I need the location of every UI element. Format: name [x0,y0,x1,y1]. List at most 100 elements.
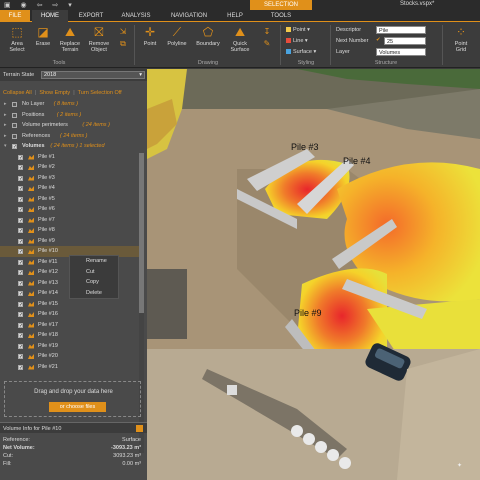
show-empty-link[interactable]: Show Empty [39,90,70,96]
menu-item-rename[interactable]: Rename [70,256,118,267]
tree-pile-row[interactable]: Pile #1 [0,152,140,163]
pile-checkbox[interactable] [18,237,23,247]
next-number-field[interactable]: 25 [384,37,426,45]
tree-layer-row[interactable]: ▸ References ( 24 items ) [0,131,140,142]
descriptor-field[interactable]: Pile [376,26,426,34]
layer-checkbox[interactable] [12,133,17,139]
layer-checkbox[interactable] [12,112,17,118]
tab-help[interactable]: HELP [220,10,250,22]
layer-checkbox[interactable] [12,142,17,153]
tree-layer-row[interactable]: ▸ Volume perimeters ( 24 items ) [0,120,140,131]
pile-checkbox[interactable] [18,268,23,279]
tab-export[interactable]: EXPORT [72,10,110,22]
small-tools-column[interactable]: ⇲ ⧉ [116,25,130,49]
layer-select[interactable]: Volumes [376,48,426,56]
area-select-button[interactable]: ⬚ Area Select [4,25,30,53]
menu-item-delete[interactable]: Delete [70,288,118,299]
tree-pile-row[interactable]: Pile #19 [0,341,140,352]
point-grid-button[interactable]: ⁘ Point Grid [448,25,474,53]
pile-checkbox[interactable] [18,153,23,163]
pile-label: Pile #5 [38,195,55,202]
volume-info-row: Net Volume: -3093.23 m³ [3,444,141,452]
tab-navigation[interactable]: NAVIGATION [164,10,214,22]
line-style-label: Line ▾ [293,38,308,44]
menu-item-copy[interactable]: Copy [70,277,118,288]
pile-checkbox[interactable] [18,352,23,363]
pile-checkbox[interactable] [18,321,23,331]
drop-zone[interactable]: Drag and drop your data here or choose f… [4,381,141,417]
layer-checkbox[interactable] [12,102,17,107]
tree-pile-row[interactable]: Pile #8 [0,225,140,237]
tree-pile-row[interactable]: Pile #5 [0,194,140,205]
pile-checkbox[interactable] [18,331,23,342]
tab-home[interactable]: HOME [32,10,68,22]
quick-access-toolbar[interactable]: ▣ ◉ ⇦ ⇨ ▾ [4,1,76,9]
pile-checkbox[interactable] [18,363,23,373]
tree-pile-row[interactable]: Pile #21 [0,362,140,373]
tree-layer-row[interactable]: ▸ Positions ( 2 items ) [0,110,140,121]
boundary-button[interactable]: ⬠ Boundary [194,25,222,47]
erase-icon: ◪ [37,25,49,39]
tab-file[interactable]: FILE [0,10,30,22]
pile-checkbox[interactable] [18,247,23,258]
chevron-right-icon[interactable]: ▸ [4,99,7,110]
aerial-terrain-view[interactable]: Pile #3 Pile #4 Pile #9 ✦ [147,69,480,480]
pile-checkbox[interactable] [18,258,23,268]
pile-checkbox[interactable] [18,289,23,300]
chevron-right-icon[interactable]: ▸ [4,110,7,121]
tree-pile-row[interactable]: Pile #7 [0,215,140,226]
tree-pile-row[interactable]: Pile #6 [0,204,140,216]
tab-tools[interactable]: TOOLS [256,10,306,22]
turn-selection-off-link[interactable]: Turn Selection Off [78,90,122,96]
collapse-all-link[interactable]: Collapse All [3,90,32,96]
surface-style-dropdown[interactable]: Surface ▾ [286,49,316,55]
line-style-dropdown[interactable]: Line ▾ [286,38,308,44]
pile-checkbox[interactable] [18,163,23,174]
tree-pile-row[interactable]: Pile #20 [0,351,140,363]
export-icon[interactable] [136,425,143,432]
drawing-extra-tools[interactable]: ↧ ✎ [260,25,274,49]
quick-surface-button[interactable]: ⛰ Quick Surface [226,25,254,53]
tab-analysis[interactable]: ANALYSIS [114,10,158,22]
point-button[interactable]: ✛ Point [138,25,162,47]
tree-layer-row[interactable]: ▸ No Layer ( 8 items ) [0,99,140,110]
layer-count: ( 24 items ) [82,122,110,128]
tree-pile-row[interactable]: Pile #3 [0,173,140,184]
tree-pile-row[interactable]: Pile #15 [0,299,140,310]
chevron-right-icon[interactable]: ▸ [4,120,7,131]
chevron-right-icon[interactable]: ▸ [4,131,7,142]
pile-checkbox[interactable] [18,174,23,184]
tree-pile-row[interactable]: Pile #2 [0,162,140,174]
choose-files-button[interactable]: or choose files [49,402,106,412]
next-number-checkbox[interactable]: ✔ [376,37,381,43]
pile-checkbox[interactable] [18,279,23,289]
point-style-dropdown[interactable]: Point ▾ [286,27,310,33]
tree-pile-row[interactable]: Pile #9 [0,236,140,247]
polyline-button[interactable]: ⟋ Polyline [164,25,190,47]
tree-pile-row[interactable]: Pile #4 [0,183,140,195]
pile-checkbox[interactable] [18,195,23,205]
map-viewport[interactable]: Pile #3 Pile #4 Pile #9 ✦ [147,69,480,480]
tree-pile-row[interactable]: Pile #16 [0,309,140,321]
compass-icon[interactable]: ✦ [457,462,462,469]
replace-terrain-button[interactable]: ⛰ Replace Terrain [56,25,84,53]
remove-object-button[interactable]: ⛝ Remove Object [86,25,112,53]
scrollbar-thumb[interactable] [139,153,144,313]
pile-checkbox[interactable] [18,300,23,310]
pile-checkbox[interactable] [18,216,23,226]
erase-button[interactable]: ◪ Erase [32,25,54,47]
pile-checkbox[interactable] [18,342,23,352]
menu-item-cut[interactable]: Cut [70,267,118,278]
chevron-down-icon[interactable]: ▾ [4,141,7,152]
tree-pile-row[interactable]: Pile #17 [0,320,140,331]
pile-checkbox[interactable] [18,184,23,195]
volume-icon [28,301,34,307]
pile-checkbox[interactable] [18,310,23,321]
layer-checkbox[interactable] [12,123,17,128]
copy-icon: ⧉ [120,39,126,48]
tree-pile-row[interactable]: Pile #18 [0,330,140,342]
pile-checkbox[interactable] [18,226,23,237]
pile-checkbox[interactable] [18,205,23,216]
tree-layer-row[interactable]: ▾ Volumes ( 24 items ) 1 selected [0,141,140,153]
terrain-state-select[interactable]: 2018 ▾ [41,71,145,79]
